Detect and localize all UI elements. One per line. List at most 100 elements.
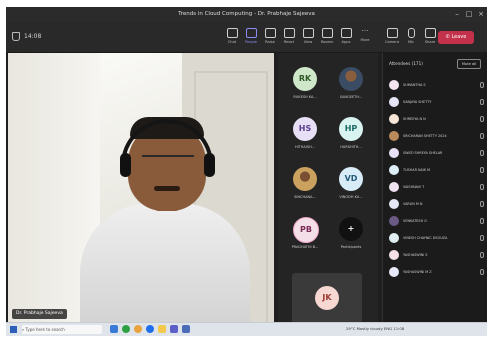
raise-hand-button[interactable]: Raise xyxy=(262,28,278,48)
rooms-button[interactable]: Rooms xyxy=(319,28,335,48)
avatar xyxy=(389,97,399,107)
avatar: JK xyxy=(315,286,339,310)
participant-name: PRAGHATHI B... xyxy=(291,245,319,249)
main-video[interactable]: Dr. Prabhaje Sajeeva xyxy=(8,53,274,324)
attendee-name: VENKATESH G xyxy=(403,219,427,223)
windows-taskbar: ⌕ Type here to search 29°C Mostly cloudy… xyxy=(6,322,487,336)
attendee-row[interactable]: SHREEYA N N xyxy=(389,113,484,126)
people-button[interactable]: People xyxy=(243,28,259,48)
title-bar: Trends in Cloud Computing - Dr. Prabhaje… xyxy=(6,7,487,22)
participant-name: Participants xyxy=(340,245,362,249)
apps-button[interactable]: Apps xyxy=(338,28,354,48)
meeting-timer: 14:08 xyxy=(12,32,41,41)
avatar-photo xyxy=(293,167,317,191)
attendee-row[interactable]: YASHASWINI M Z xyxy=(389,266,484,279)
avatar xyxy=(389,148,399,158)
attendee-row[interactable]: TUSHAR NAIK M xyxy=(389,164,484,177)
avatar: PB xyxy=(293,217,319,243)
windows-start-icon[interactable] xyxy=(10,326,17,333)
attendee-row[interactable]: SUMANTHA S xyxy=(389,79,484,92)
meeting-toolbar: 14:08 Chat People Raise React View Rooms… xyxy=(6,22,487,53)
mute-all-button[interactable]: Mute all xyxy=(457,59,481,69)
mic-off-icon xyxy=(480,133,484,139)
mic-off-icon xyxy=(480,201,484,207)
apps-icon xyxy=(340,28,352,38)
attendee-row[interactable]: SRICHARAN SHETTY 2024 xyxy=(389,130,484,143)
mic-off-icon xyxy=(480,150,484,156)
participant-tile[interactable]: RK RUKESH KA... xyxy=(284,63,326,105)
attendee-name: SHREEYA N N xyxy=(403,117,426,121)
attendee-row[interactable]: SWATI SHREYA SHELAR xyxy=(389,147,484,160)
mic-off-icon xyxy=(480,184,484,190)
leave-button[interactable]: ✆ Leave xyxy=(438,31,474,44)
taskbar-search[interactable]: ⌕ Type here to search xyxy=(22,325,102,334)
avatar xyxy=(389,165,399,175)
shield-icon xyxy=(12,32,20,41)
speaker-body xyxy=(80,203,250,324)
avatar: + xyxy=(339,217,363,241)
file-explorer-icon[interactable] xyxy=(158,325,166,333)
participant-name: RUKESH KA... xyxy=(293,95,317,99)
attendee-row[interactable]: VINESH CHAYNIC DSOUZA xyxy=(389,232,484,245)
app-icon[interactable] xyxy=(182,325,190,333)
avatar: VD xyxy=(339,167,363,191)
headset-ear-left xyxy=(120,153,131,177)
attendee-name: SRICHARAN SHETTY 2024 xyxy=(403,134,447,138)
hand-icon xyxy=(264,28,276,38)
attendee-row[interactable]: VAISHNAVI T xyxy=(389,181,484,194)
attendee-name: YASHASWINI S xyxy=(403,253,428,257)
mic-button[interactable]: Mic xyxy=(403,28,419,48)
mic-off-icon xyxy=(480,252,484,258)
grid-icon xyxy=(302,28,314,38)
participant-tile[interactable]: SINCHANA... xyxy=(284,163,326,205)
more-button[interactable]: ··· More xyxy=(357,28,373,48)
mic-off-icon xyxy=(480,167,484,173)
camera-button[interactable]: Camera xyxy=(384,28,400,48)
chat-button[interactable]: Chat xyxy=(224,28,240,48)
participant-name: HITHAISH... xyxy=(295,145,315,149)
task-view-icon[interactable] xyxy=(110,325,118,333)
speaker-name-tag: Dr. Prabhaje Sajeeva xyxy=(12,309,67,319)
teams-icon[interactable] xyxy=(170,325,178,333)
edge-icon[interactable] xyxy=(146,325,154,333)
attendee-row[interactable]: VENKATESH G xyxy=(389,215,484,228)
participant-tile[interactable]: PB PRAGHATHI B... xyxy=(284,213,326,255)
mic-off-icon xyxy=(480,116,484,122)
participant-tile[interactable]: HP HARSHITH... xyxy=(330,113,372,155)
participant-name: VINODH KU... xyxy=(339,195,363,199)
mic-icon xyxy=(407,28,415,38)
react-button[interactable]: React xyxy=(281,28,297,48)
participant-tile[interactable]: HS HITHAISH... xyxy=(284,113,326,155)
participant-grid: RK RUKESH KA... SANGEETH... HS HITHAISH.… xyxy=(278,53,378,328)
view-button[interactable]: View xyxy=(300,28,316,48)
close-icon[interactable]: × xyxy=(476,9,486,19)
people-icon xyxy=(245,28,257,38)
participant-tile[interactable]: SANGEETH... xyxy=(330,63,372,105)
avatar xyxy=(389,131,399,141)
attendee-row[interactable]: SANJAYA SHETTY xyxy=(389,96,484,109)
maximize-icon[interactable]: □ xyxy=(464,9,474,19)
smiley-icon xyxy=(283,28,295,38)
chrome-icon[interactable] xyxy=(122,325,130,333)
avatar: HS xyxy=(293,117,317,141)
browser-icon[interactable] xyxy=(134,325,142,333)
attendees-header[interactable]: Attendees (171) xyxy=(389,61,423,66)
avatar: RK xyxy=(293,67,317,91)
avatar xyxy=(389,114,399,124)
attendee-name: VARUN M N xyxy=(403,202,423,206)
attendee-row[interactable]: YASHASWINI S xyxy=(389,249,484,262)
attendee-name: SWATI SHREYA SHELAR xyxy=(403,151,443,155)
more-icon: ··· xyxy=(361,27,369,35)
attendee-name: SUMANTHA S xyxy=(403,83,426,87)
participant-overflow-tile[interactable]: + Participants xyxy=(330,213,372,255)
attendee-row[interactable]: VARUN M N xyxy=(389,198,484,211)
attendee-name: TUSHAR NAIK M xyxy=(403,168,431,172)
attendee-name: VINESH CHAYNIC DSOUZA xyxy=(403,236,448,240)
minimize-icon[interactable]: – xyxy=(452,9,462,19)
self-view-tile[interactable]: JK xyxy=(292,273,362,323)
system-tray: 29°C Mostly cloudy ENG 11:08 xyxy=(346,326,405,331)
participant-tile[interactable]: VD VINODH KU... xyxy=(330,163,372,205)
share-button[interactable]: Share xyxy=(422,28,438,48)
headset-ear-right xyxy=(204,153,215,177)
mic-off-icon xyxy=(480,235,484,241)
